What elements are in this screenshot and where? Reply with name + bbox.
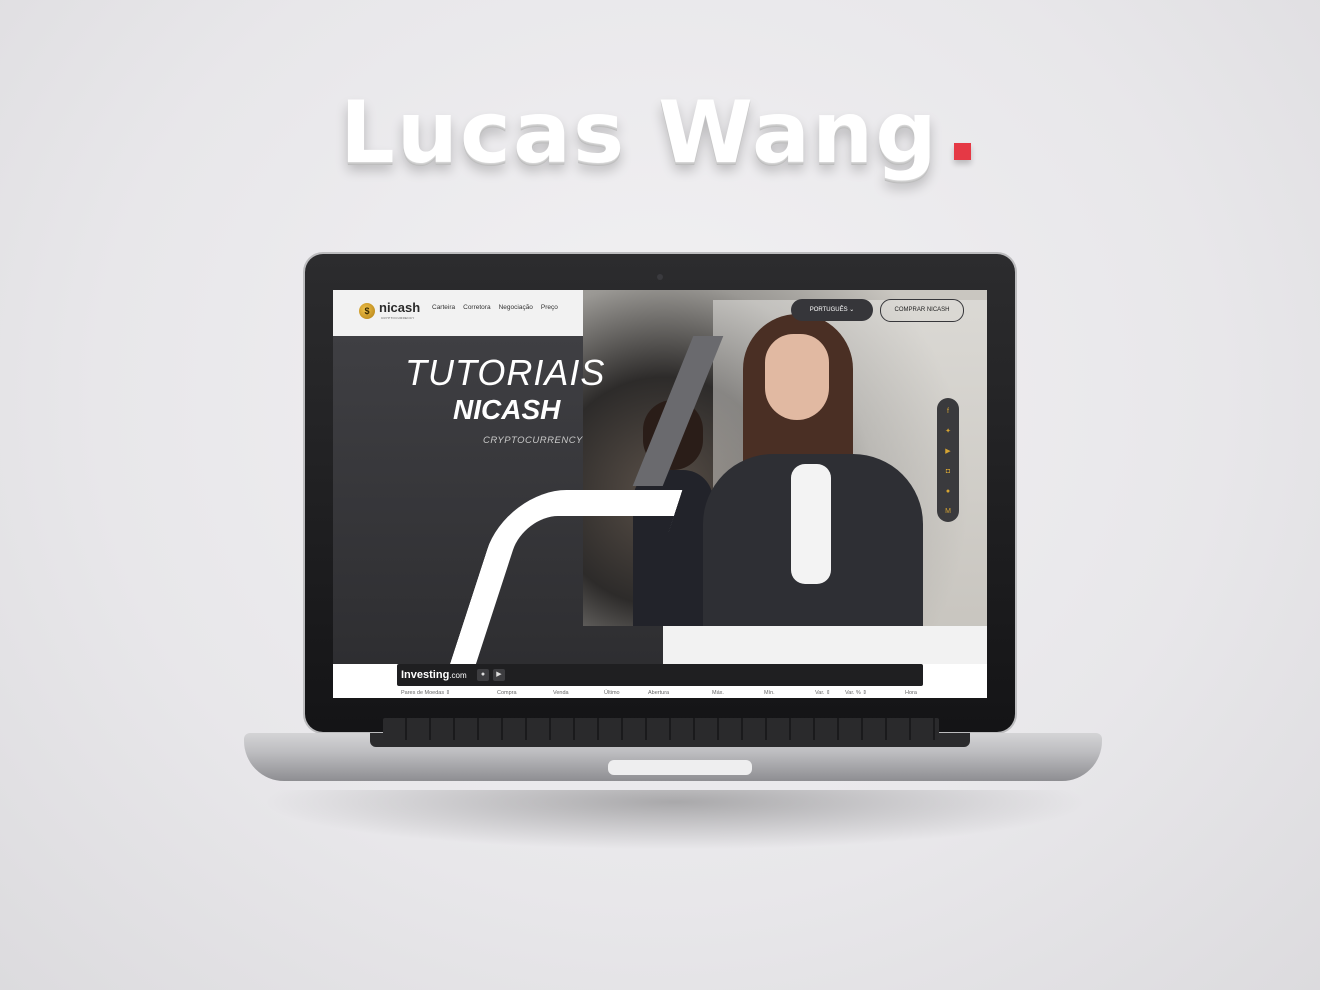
column-header: Último <box>604 690 620 696</box>
nav-link-carteira[interactable]: Carteira <box>432 304 455 311</box>
site-logo[interactable]: $ nicash CRYPTOCURRENCY <box>359 300 429 322</box>
youtube-icon[interactable]: ▶ <box>944 448 952 456</box>
laptop-notch <box>608 760 752 775</box>
hero-tagline: CRYPTOCURRENCY <box>483 435 583 446</box>
column-header[interactable]: Pares de Moedas ⇕ <box>401 690 450 696</box>
hero-subtitle: NICASH <box>453 394 561 425</box>
twitter-icon[interactable]: ✦ <box>944 428 952 436</box>
language-select-button[interactable]: PORTUGUÊS ⌄ <box>791 299 873 321</box>
investing-brand-suffix: .com <box>449 671 467 680</box>
hero-title: TUTORIAIS <box>405 352 606 393</box>
investing-widget-header: Investing.com ● ▶ <box>397 664 923 686</box>
nav-links: Carteira Corretora Negociação Preço <box>432 304 558 311</box>
column-header: Máx. <box>712 690 724 696</box>
logo-subtitle: CRYPTOCURRENCY <box>381 316 415 320</box>
camera-icon <box>657 274 663 280</box>
top-navigation: $ nicash CRYPTOCURRENCY Carteira Correto… <box>333 290 987 332</box>
social-sidebar: f ✦ ▶ ◘ ● M <box>937 398 959 522</box>
laptop-shadow <box>260 790 1090 850</box>
reddit-icon[interactable]: ● <box>944 488 952 496</box>
instagram-icon[interactable]: ◘ <box>944 468 952 476</box>
nav-link-preco[interactable]: Preço <box>541 304 558 311</box>
title-accent-dot <box>954 143 971 160</box>
google-play-icon[interactable]: ▶ <box>493 669 505 681</box>
medium-icon[interactable]: M <box>944 508 952 516</box>
hero-woman-image <box>703 304 933 626</box>
nav-link-negociacao[interactable]: Negociação <box>499 304 533 311</box>
nav-link-corretora[interactable]: Corretora <box>463 304 490 311</box>
column-header: Abertura <box>648 690 670 696</box>
mockup-title: Lucas Wang <box>340 78 980 188</box>
column-header[interactable]: Var. ⇕ <box>815 690 831 696</box>
buy-nicash-button[interactable]: COMPRAR NICASH <box>880 299 964 322</box>
column-header: Venda <box>553 690 569 696</box>
investing-brand: Investing <box>401 669 450 681</box>
column-header: Hora <box>905 690 917 696</box>
column-header: Compra <box>497 690 517 696</box>
column-header: Mín. <box>764 690 775 696</box>
mockup-title-text: Lucas Wang <box>340 83 939 183</box>
investing-logo[interactable]: Investing.com <box>401 668 467 683</box>
facebook-icon[interactable]: f <box>944 408 952 416</box>
currency-table-header: Pares de Moedas ⇕ Compra Venda Último Ab… <box>397 688 923 698</box>
website-screen: $ nicash CRYPTOCURRENCY Carteira Correto… <box>333 290 987 698</box>
apple-icon[interactable]: ● <box>477 669 489 681</box>
laptop-keyboard <box>383 718 939 740</box>
logo-text: nicash <box>379 300 421 315</box>
column-header[interactable]: Var. % ⇕ <box>845 690 867 696</box>
coin-icon: $ <box>359 303 375 319</box>
